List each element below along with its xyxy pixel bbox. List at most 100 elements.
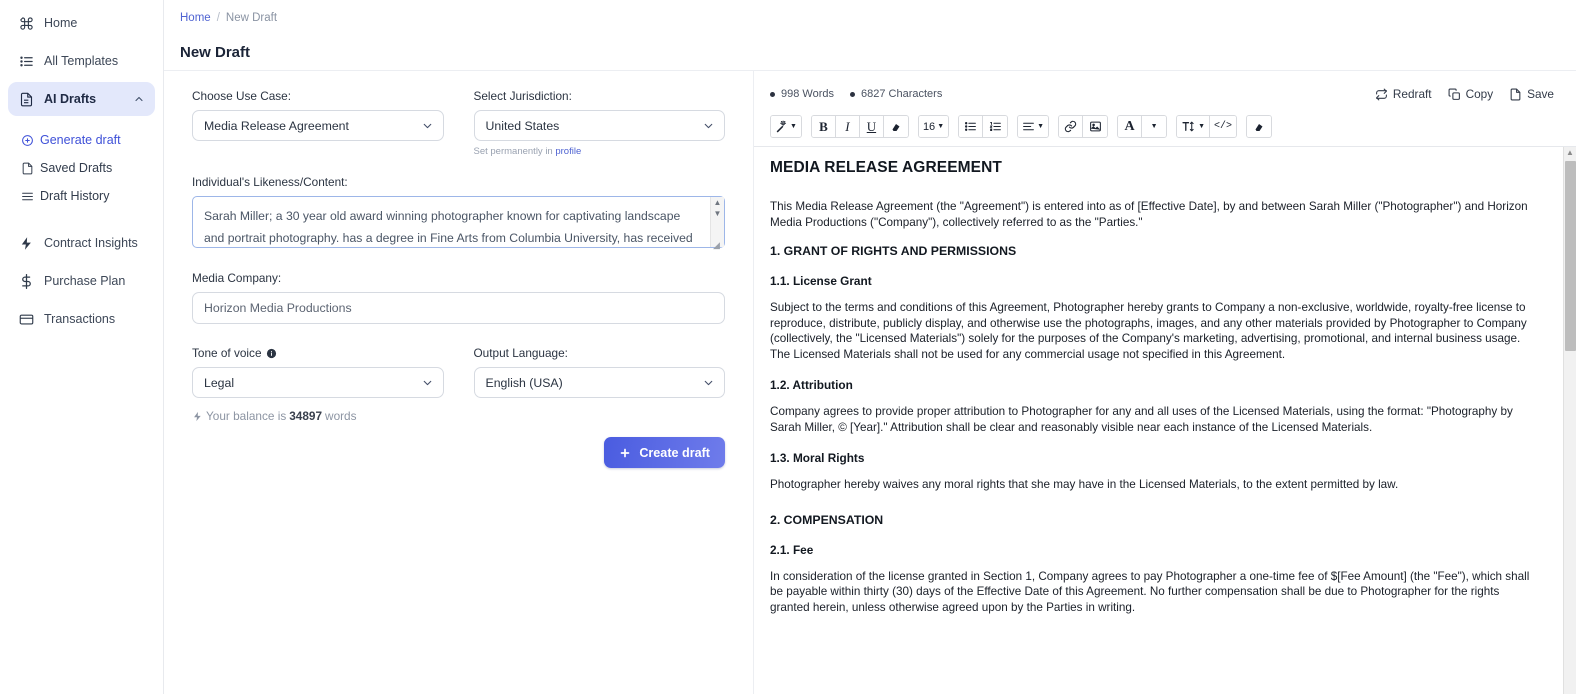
sidebar-subitem-label: Saved Drafts — [40, 161, 113, 175]
numbered-list-icon[interactable] — [983, 116, 1008, 137]
info-icon[interactable] — [266, 348, 277, 359]
section-1-2-heading: 1.2. Attribution — [770, 378, 853, 392]
sidebar-item-purchase-plan[interactable]: Purchase Plan — [8, 264, 155, 298]
toolbar-group-insert — [1058, 115, 1109, 138]
copy-button[interactable]: Copy — [1448, 87, 1494, 101]
text-color-button[interactable]: A — [1118, 116, 1143, 137]
save-label: Save — [1527, 87, 1554, 101]
redraft-icon — [1375, 88, 1388, 101]
sidebar-item-label: Purchase Plan — [44, 274, 126, 288]
sidebar-item-label: Contract Insights — [44, 236, 138, 250]
tone-group: Tone of voice Legal — [192, 346, 444, 398]
magic-wand-icon[interactable]: ▼ — [771, 116, 801, 137]
sidebar-item-contract-insights[interactable]: Contract Insights — [8, 226, 155, 260]
media-company-input[interactable] — [192, 292, 725, 324]
jurisdiction-select[interactable]: United States — [473, 110, 725, 141]
scrollbar-thumb[interactable] — [1565, 161, 1576, 351]
output-language-select[interactable]: English (USA) — [473, 367, 725, 398]
output-language-label: Output Language: — [473, 346, 568, 360]
sidebar-item-label: Home — [44, 16, 78, 30]
editor-header: 998 Words 6827 Characters Redraft Copy S… — [754, 71, 1576, 107]
sidebar-subitem-saved-drafts[interactable]: Saved Drafts — [8, 155, 155, 181]
toolbar-group-font-size: 16 ▼ — [917, 115, 950, 138]
clear-format-icon[interactable] — [1247, 116, 1272, 137]
document-content[interactable]: MEDIA RELEASE AGREEMENT This Media Relea… — [754, 147, 1563, 694]
create-draft-button[interactable]: Create draft — [604, 437, 725, 468]
chevron-up-icon[interactable] — [133, 93, 145, 105]
create-draft-row: Create draft — [192, 437, 725, 468]
profile-link[interactable]: profile — [555, 146, 581, 157]
text-color-dropdown[interactable]: ▼ — [1142, 116, 1167, 137]
bold-button[interactable]: B — [811, 116, 836, 137]
balance-prefix: Your balance is — [206, 409, 287, 423]
tone-select[interactable]: Legal — [192, 367, 444, 398]
sidebar: Home All Templates AI Drafts Generate dr… — [0, 0, 164, 694]
italic-button[interactable]: I — [835, 116, 860, 137]
font-size-selector[interactable]: 16 ▼ — [918, 116, 949, 137]
sidebar-subitem-draft-history[interactable]: Draft History — [8, 183, 155, 209]
toolbar-group-format: B I U — [810, 115, 909, 138]
use-case-label: Choose Use Case: — [192, 89, 292, 103]
editor-toolbar: ▼ B I U 16 ▼ ▼ A ▼ ▼ </> — [754, 107, 1576, 146]
document-icon — [18, 91, 34, 107]
scroll-up-icon[interactable]: ▲ — [1566, 149, 1574, 157]
sidebar-item-home[interactable]: Home — [8, 6, 155, 40]
file-icon — [20, 161, 34, 175]
link-icon[interactable] — [1059, 116, 1084, 137]
font-size-value: 16 — [922, 120, 936, 133]
app-root: Home All Templates AI Drafts Generate dr… — [0, 0, 1576, 694]
use-case-select-wrap: Media Release Agreement — [192, 110, 444, 141]
jurisdiction-group: Select Jurisdiction: United States Set p… — [473, 89, 725, 157]
sidebar-subitem-generate-draft[interactable]: Generate draft — [8, 127, 155, 153]
redraft-button[interactable]: Redraft — [1375, 87, 1432, 101]
tone-label: Tone of voice — [192, 346, 444, 360]
chevron-down-icon: ▼ — [1150, 123, 1158, 130]
media-company-label: Media Company: — [192, 271, 282, 285]
sidebar-item-transactions[interactable]: Transactions — [8, 302, 155, 336]
likeness-textarea[interactable] — [192, 196, 725, 248]
chevron-down-icon: ▼ — [1037, 123, 1045, 130]
sidebar-item-ai-drafts[interactable]: AI Drafts — [8, 82, 155, 116]
bolt-icon — [18, 235, 34, 251]
main-area: Home / New Draft New Draft Choose Use Ca… — [164, 0, 1576, 694]
toolbar-group-align: ▼ — [1017, 115, 1050, 138]
sidebar-subitem-label: Generate draft — [40, 133, 121, 147]
command-icon — [18, 15, 34, 31]
line-height-icon[interactable]: ▼ — [1177, 116, 1210, 137]
page-title: New Draft — [180, 44, 251, 61]
section-2-1-heading: 2.1. Fee — [770, 542, 814, 557]
image-icon[interactable] — [1083, 116, 1108, 137]
breadcrumb-home-link[interactable]: Home — [180, 12, 211, 24]
document-intro: This Media Release Agreement (the "Agree… — [770, 200, 1528, 229]
form-row-top: Choose Use Case: Media Release Agreement… — [192, 89, 725, 157]
save-button[interactable]: Save — [1509, 87, 1554, 101]
code-button[interactable]: </> — [1210, 116, 1237, 137]
document-scrollbar[interactable]: ▲ — [1563, 147, 1576, 694]
redraft-label: Redraft — [1392, 87, 1432, 101]
toolbar-group-ai: ▼ — [770, 115, 802, 138]
align-icon[interactable]: ▼ — [1018, 116, 1049, 137]
content-area: Choose Use Case: Media Release Agreement… — [164, 70, 1576, 694]
sidebar-item-label: AI Drafts — [44, 92, 97, 106]
copy-label: Copy — [1465, 87, 1494, 101]
document-shell: MEDIA RELEASE AGREEMENT This Media Relea… — [754, 146, 1576, 694]
editor-panel: 998 Words 6827 Characters Redraft Copy S… — [754, 71, 1576, 694]
bolt-icon — [192, 411, 203, 422]
editor-counts: 998 Words 6827 Characters — [770, 88, 942, 100]
tone-select-wrap: Legal — [192, 367, 444, 398]
use-case-group: Choose Use Case: Media Release Agreement — [192, 89, 444, 157]
media-company-group: Media Company: — [192, 271, 725, 324]
underline-button[interactable]: U — [859, 116, 884, 137]
resize-grip-icon[interactable]: ◢ — [713, 241, 723, 251]
breadcrumb-current: New Draft — [225, 12, 278, 24]
create-draft-label: Create draft — [639, 445, 710, 460]
editor-actions: Redraft Copy Save — [1375, 87, 1554, 101]
bullet-list-icon[interactable] — [959, 116, 984, 137]
document-title: MEDIA RELEASE AGREEMENT — [770, 159, 1002, 176]
toolbar-group-lists — [958, 115, 1009, 138]
sidebar-subitem-label: Draft History — [40, 189, 110, 203]
use-case-select[interactable]: Media Release Agreement — [192, 110, 444, 141]
output-language-group: Output Language: English (USA) — [473, 346, 725, 398]
eraser-icon[interactable] — [883, 116, 908, 137]
sidebar-item-all-templates[interactable]: All Templates — [8, 44, 155, 78]
